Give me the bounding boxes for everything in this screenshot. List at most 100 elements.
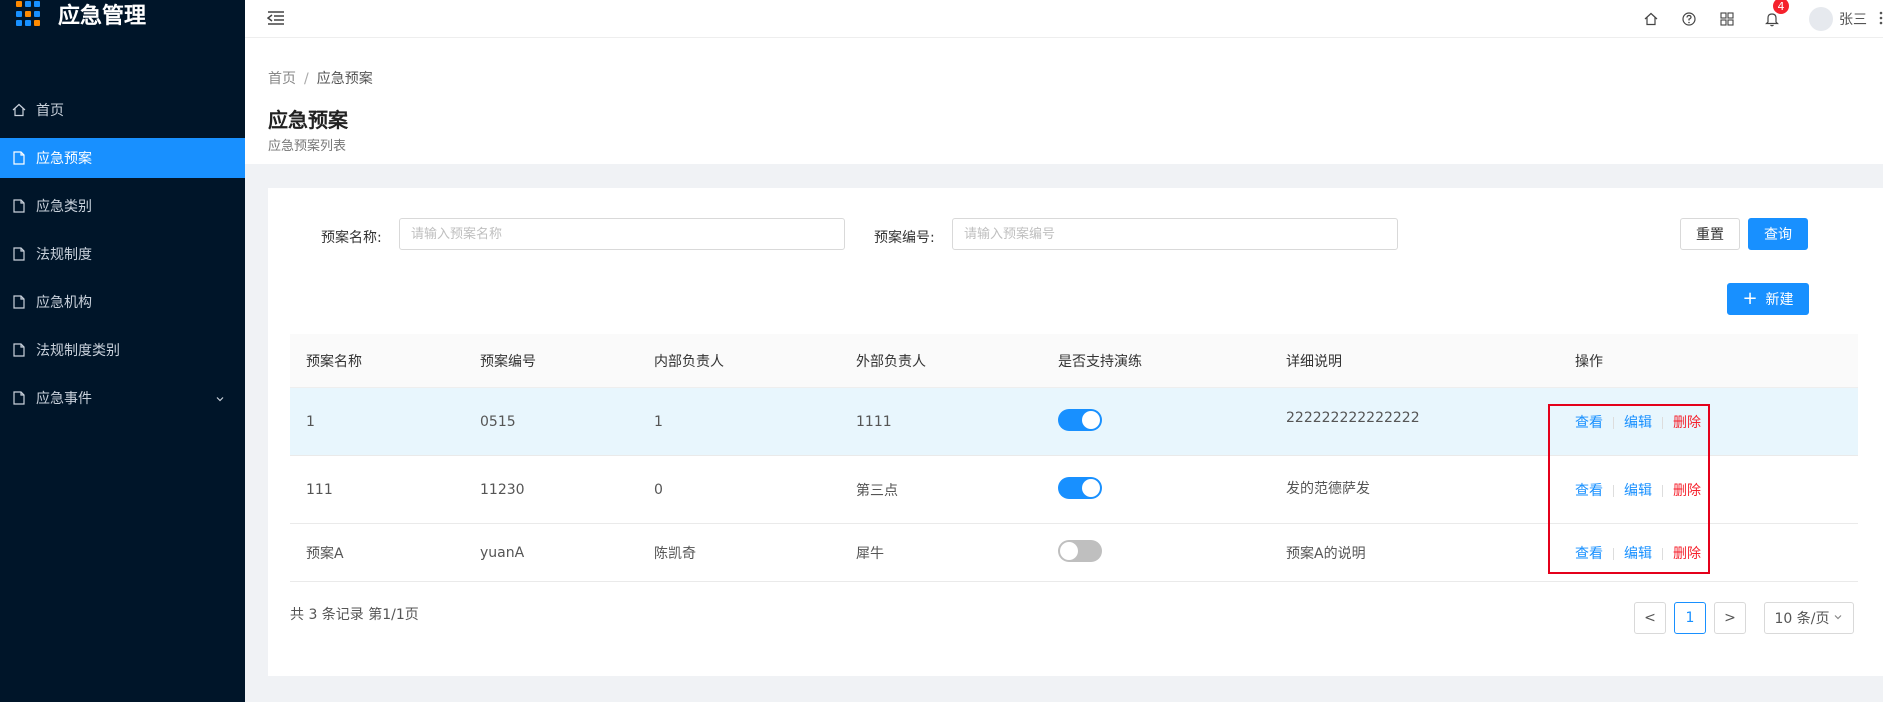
plan-code-label: 预案编号: bbox=[874, 230, 935, 246]
column-header: 外部负责人 bbox=[856, 353, 926, 370]
edit-link[interactable]: 编辑 bbox=[1624, 546, 1652, 562]
view-link[interactable]: 查看 bbox=[1575, 546, 1603, 562]
search-form: 预案名称: 预案编号: 重置 查询 bbox=[268, 218, 1883, 252]
sidebar-item-events[interactable]: 应急事件 bbox=[0, 378, 245, 418]
plan-name-input[interactable] bbox=[399, 218, 845, 250]
cell-code: yuanA bbox=[480, 544, 525, 561]
drill-toggle[interactable] bbox=[1058, 408, 1102, 431]
page-number-button[interactable]: 1 bbox=[1674, 602, 1706, 634]
column-header: 预案名称 bbox=[306, 353, 362, 370]
breadcrumb: 首页 / 应急预案 bbox=[268, 68, 1883, 88]
cell-external: 犀牛 bbox=[856, 545, 884, 562]
cell-code: 11230 bbox=[480, 481, 525, 498]
notification-badge: 4 bbox=[1772, 0, 1790, 15]
breadcrumb-current: 应急预案 bbox=[316, 71, 373, 87]
breadcrumb-home[interactable]: 首页 bbox=[268, 71, 296, 87]
apps-icon[interactable] bbox=[1717, 9, 1737, 29]
cell-external: 第三点 bbox=[856, 482, 898, 499]
plans-table: 预案名称 预案编号 内部负责人 外部负责人 是否支持演练 详细说明 操作 1 0… bbox=[290, 334, 1858, 582]
menu-fold-icon[interactable] bbox=[266, 10, 285, 30]
cell-internal: 0 bbox=[654, 481, 663, 498]
cell-desc: 222222222222222 bbox=[1286, 410, 1420, 426]
cell-external: 1111 bbox=[856, 413, 892, 430]
cell-desc: 发的范德萨发 bbox=[1286, 481, 1370, 497]
column-header: 详细说明 bbox=[1286, 353, 1342, 370]
user-name[interactable]: 张三 bbox=[1839, 9, 1867, 29]
avatar[interactable] bbox=[1809, 7, 1833, 31]
sidebar-item-label: 应急机构 bbox=[36, 295, 92, 311]
document-icon bbox=[12, 295, 26, 309]
page-subtitle: 应急预案列表 bbox=[268, 139, 347, 154]
cell-internal: 陈凯奇 bbox=[654, 545, 696, 562]
pagination-summary: 共 3 条记录 第1/1页 bbox=[290, 607, 419, 623]
sidebar-menu: 首页 应急预案 应急类别 法规制度 应急机构 法规制度类别 应急事件 bbox=[0, 90, 245, 418]
logo: 应急管理 bbox=[0, 0, 245, 38]
cell-actions: 查看 编辑 删除 bbox=[1559, 480, 1858, 500]
prev-page-button[interactable]: < bbox=[1634, 602, 1666, 634]
sidebar-item-home[interactable]: 首页 bbox=[0, 90, 245, 130]
header-actions: 4 张三 bbox=[1632, 0, 1883, 38]
cell-name: 预案A bbox=[306, 545, 344, 562]
sidebar-item-categories[interactable]: 应急类别 bbox=[0, 186, 245, 226]
drill-toggle[interactable] bbox=[1058, 476, 1102, 499]
sidebar-item-regulation-categories[interactable]: 法规制度类别 bbox=[0, 330, 245, 370]
new-button-label: 新建 bbox=[1765, 292, 1794, 308]
column-header: 预案编号 bbox=[480, 353, 536, 370]
plan-code-input[interactable] bbox=[952, 218, 1398, 250]
edit-link[interactable]: 编辑 bbox=[1624, 415, 1652, 431]
chevron-down-icon bbox=[1833, 610, 1843, 626]
query-button[interactable]: 查询 bbox=[1748, 218, 1808, 250]
delete-link[interactable]: 删除 bbox=[1673, 546, 1701, 562]
cell-drill bbox=[1042, 539, 1270, 566]
view-link[interactable]: 查看 bbox=[1575, 415, 1603, 431]
document-icon bbox=[12, 151, 26, 165]
app-title: 应急管理 bbox=[58, 4, 147, 29]
cell-drill bbox=[1042, 476, 1270, 503]
cell-actions: 查看 编辑 删除 bbox=[1559, 543, 1858, 563]
sidebar-item-agencies[interactable]: 应急机构 bbox=[0, 282, 245, 322]
content-card: 预案名称: 预案编号: 重置 查询 + 新建 预案名称 预案编号 内部负责人 外… bbox=[268, 188, 1883, 676]
table-row: 111 11230 0 第三点 发的范德萨发 查看 编辑 删除 bbox=[290, 456, 1858, 524]
app-grid-icon bbox=[16, 1, 42, 27]
sidebar-item-label: 首页 bbox=[36, 103, 64, 119]
edit-link[interactable]: 编辑 bbox=[1624, 483, 1652, 499]
column-header: 操作 bbox=[1575, 353, 1603, 370]
reset-button[interactable]: 重置 bbox=[1680, 218, 1740, 250]
next-page-button[interactable]: > bbox=[1714, 602, 1746, 634]
delete-link[interactable]: 删除 bbox=[1673, 483, 1701, 499]
document-icon bbox=[12, 247, 26, 261]
page-header: 首页 / 应急预案 应急预案 应急预案列表 bbox=[245, 38, 1883, 164]
page-size-value: 10 条/页 bbox=[1774, 611, 1830, 627]
page-title: 应急预案 bbox=[268, 108, 348, 132]
cell-desc: 预案A的说明 bbox=[1286, 545, 1366, 562]
cell-code: 0515 bbox=[480, 413, 516, 430]
view-link[interactable]: 查看 bbox=[1575, 483, 1603, 499]
page-size-select[interactable]: 10 条/页 bbox=[1764, 602, 1854, 634]
drill-toggle[interactable] bbox=[1058, 539, 1102, 562]
help-icon[interactable] bbox=[1679, 9, 1699, 29]
sidebar-item-plans[interactable]: 应急预案 bbox=[0, 138, 245, 178]
home-icon[interactable] bbox=[1641, 9, 1661, 29]
bell-icon[interactable]: 4 bbox=[1762, 0, 1790, 29]
plan-name-label: 预案名称: bbox=[321, 230, 382, 246]
more-vertical-icon[interactable] bbox=[1879, 10, 1883, 29]
top-header: 4 张三 bbox=[245, 0, 1883, 38]
document-icon bbox=[12, 391, 26, 405]
document-icon bbox=[12, 199, 26, 213]
document-icon bbox=[12, 343, 26, 357]
cell-name: 111 bbox=[306, 481, 333, 498]
sidebar-item-label: 法规制度 bbox=[36, 247, 92, 263]
home-icon bbox=[12, 103, 26, 117]
table-row: 1 0515 1 1111 222222222222222 查看 编辑 删除 bbox=[290, 388, 1858, 456]
sidebar-item-regulations[interactable]: 法规制度 bbox=[0, 234, 245, 274]
cell-drill bbox=[1042, 408, 1270, 435]
chevron-down-icon bbox=[215, 392, 225, 408]
cell-name: 1 bbox=[306, 413, 315, 430]
delete-link[interactable]: 删除 bbox=[1673, 415, 1701, 431]
new-button[interactable]: + 新建 bbox=[1727, 283, 1809, 315]
sidebar-item-label: 应急预案 bbox=[36, 151, 92, 167]
breadcrumb-separator: / bbox=[304, 71, 309, 87]
cell-actions: 查看 编辑 删除 bbox=[1559, 412, 1858, 432]
column-header: 是否支持演练 bbox=[1058, 353, 1142, 370]
table-header: 预案名称 预案编号 内部负责人 外部负责人 是否支持演练 详细说明 操作 bbox=[290, 334, 1858, 388]
